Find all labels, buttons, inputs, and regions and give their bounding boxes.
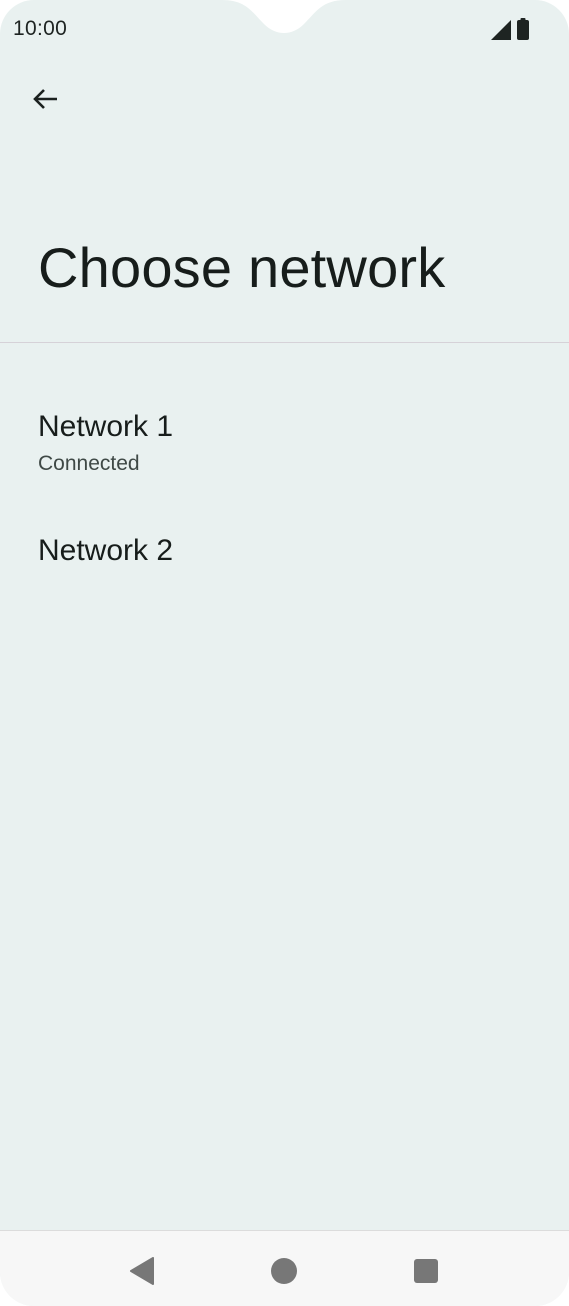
header-divider	[0, 342, 569, 343]
nav-back-button[interactable]	[122, 1251, 162, 1291]
phone-screen: 10:00 Choose network Network 1 Connected…	[0, 0, 569, 1306]
status-bar: 10:00	[0, 0, 569, 60]
nav-recents-button[interactable]	[406, 1251, 446, 1291]
navigation-bar	[0, 1230, 569, 1306]
signal-icon	[491, 20, 511, 40]
network-name: Network 1	[38, 410, 174, 443]
nav-home-button[interactable]	[264, 1251, 304, 1291]
battery-icon	[517, 18, 529, 40]
network-status: Connected	[38, 452, 140, 475]
status-time: 10:00	[13, 17, 68, 40]
nav-home-icon	[271, 1258, 297, 1284]
nav-recents-icon	[414, 1259, 438, 1283]
network-item-2[interactable]: Network 2	[0, 515, 569, 595]
nav-back-icon	[130, 1257, 154, 1285]
arrow-left-icon	[33, 89, 57, 109]
network-name: Network 2	[38, 534, 174, 567]
status-icons	[491, 18, 529, 40]
page-title: Choose network	[38, 236, 446, 299]
back-button[interactable]	[22, 76, 68, 122]
camera-notch	[222, 0, 346, 33]
network-item-1[interactable]: Network 1 Connected	[0, 390, 569, 502]
